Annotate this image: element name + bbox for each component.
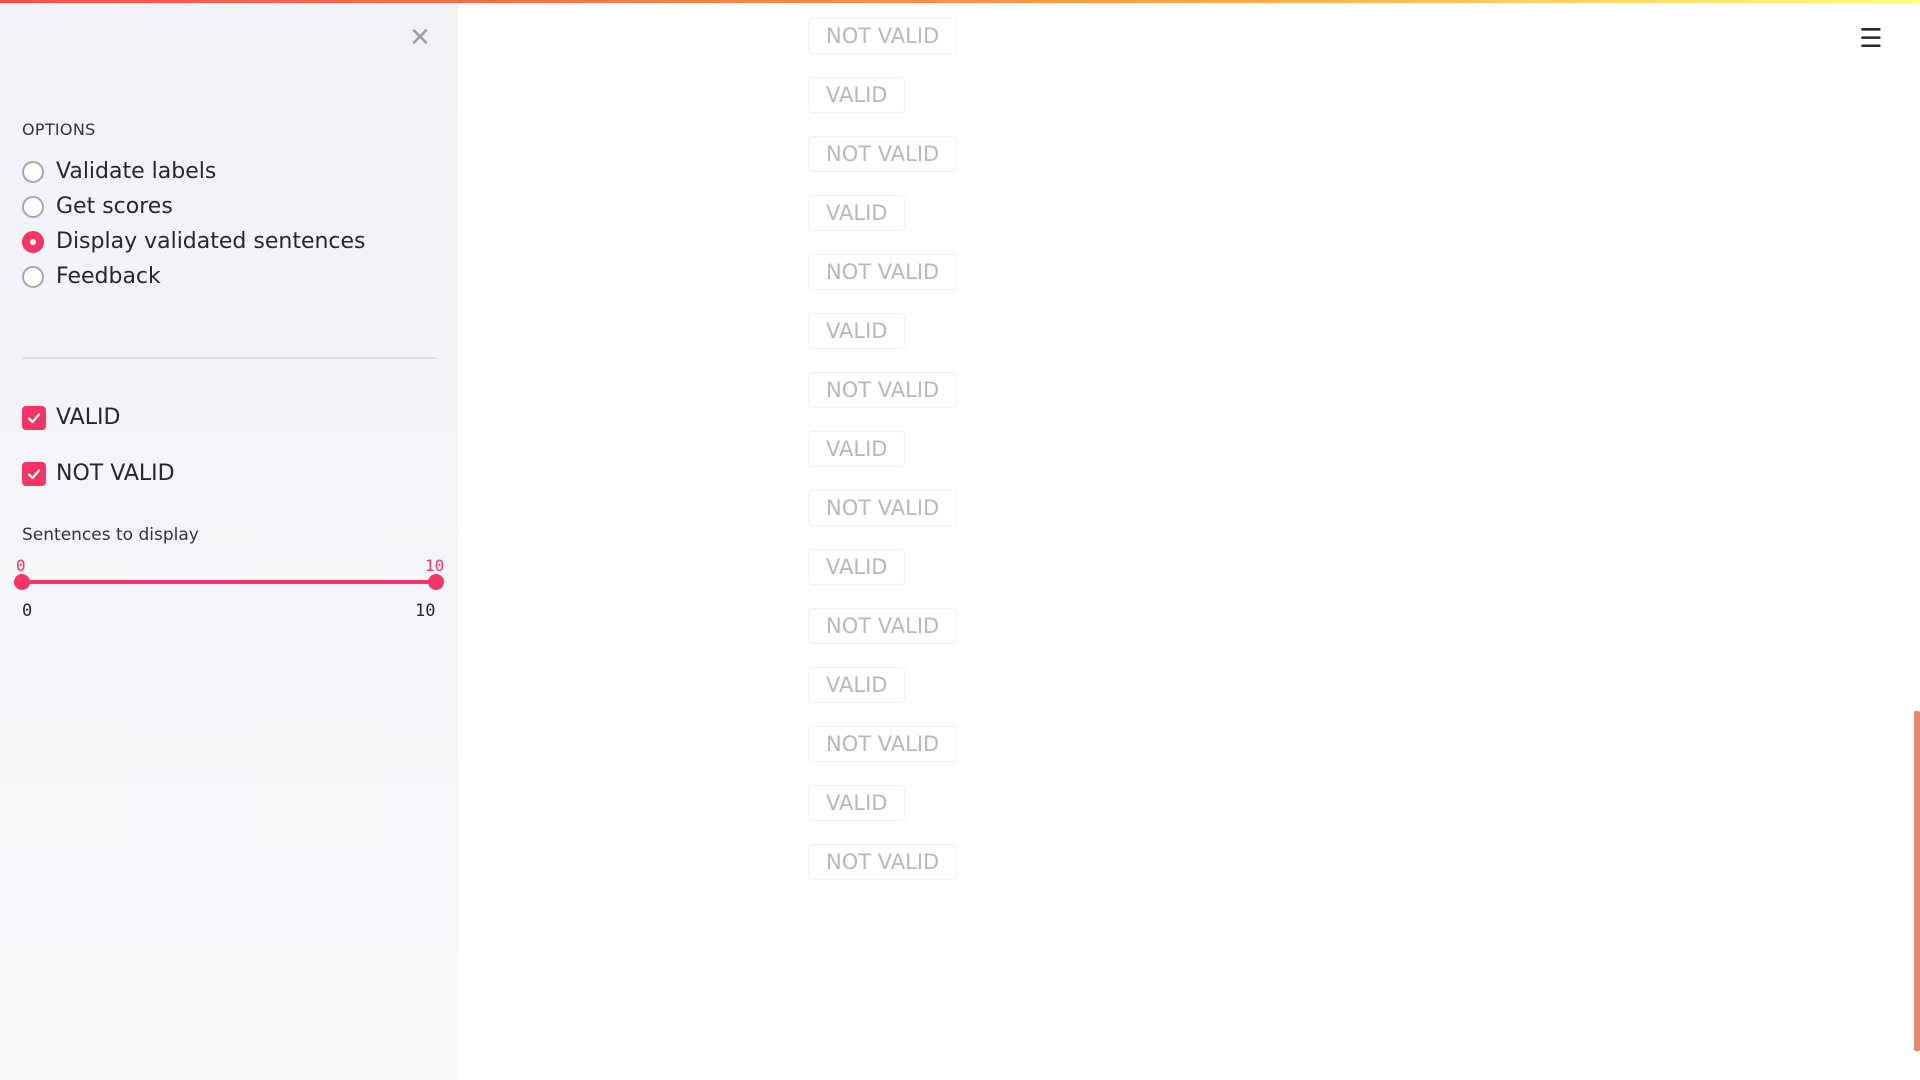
- page-scrollbar-thumb[interactable]: [1914, 711, 1920, 1051]
- slider-track[interactable]: [22, 580, 436, 584]
- slider-label: Sentences to display: [22, 525, 199, 545]
- sentence-status-tag: NOT VALID: [808, 18, 958, 54]
- radio-label: Feedback: [56, 264, 161, 289]
- sentence-status-tag: NOT VALID: [808, 254, 958, 290]
- sentence-status-tag: VALID: [808, 77, 906, 113]
- checkbox-checked-icon[interactable]: [22, 461, 46, 486]
- checkbox-not-valid[interactable]: NOT VALID: [22, 461, 175, 486]
- radio-validate-labels[interactable]: Validate labels: [22, 154, 366, 189]
- sidebar: ✕ OPTIONS Validate labels Get scores Dis…: [0, 0, 458, 1080]
- hamburger-menu-icon[interactable]: ☰: [1856, 24, 1886, 54]
- checkbox-valid[interactable]: VALID: [22, 405, 120, 430]
- sentence-status-tag: NOT VALID: [808, 490, 958, 526]
- sentence-status-tag: NOT VALID: [808, 372, 958, 408]
- sentence-status-tag: VALID: [808, 313, 906, 349]
- sentence-status-tag: NOT VALID: [808, 844, 958, 880]
- options-section-label: OPTIONS: [22, 120, 96, 139]
- sentence-status-tag: VALID: [808, 785, 906, 821]
- slider-low-thumb[interactable]: [14, 574, 30, 590]
- radio-button-circle[interactable]: [22, 265, 44, 288]
- radio-button-circle[interactable]: [22, 160, 44, 183]
- slider-min-label: 0: [22, 601, 33, 621]
- sidebar-divider: [22, 357, 436, 359]
- radio-label: Get scores: [56, 194, 173, 219]
- options-radio-group: Validate labels Get scores Display valid…: [22, 154, 366, 294]
- sentence-status-tag: NOT VALID: [808, 136, 958, 172]
- checkmark-icon: [27, 412, 41, 423]
- slider-max-label: 10: [415, 601, 436, 621]
- radio-label: Display validated sentences: [56, 229, 366, 254]
- radio-get-scores[interactable]: Get scores: [22, 189, 366, 224]
- radio-display-validated-sentences[interactable]: Display validated sentences: [22, 224, 366, 259]
- sentence-status-tag: VALID: [808, 549, 906, 585]
- slider-high-thumb[interactable]: [428, 574, 444, 590]
- radio-button-circle-selected[interactable]: [22, 230, 44, 253]
- validated-sentence-list: NOT VALID VALID NOT VALID VALID NOT VALI…: [808, 18, 1208, 903]
- radio-feedback[interactable]: Feedback: [22, 259, 366, 294]
- sentence-status-tag: NOT VALID: [808, 726, 958, 762]
- sentence-status-tag: VALID: [808, 195, 906, 231]
- sentence-status-tag: VALID: [808, 667, 906, 703]
- radio-label: Validate labels: [56, 159, 217, 184]
- top-decoration-stripe: [0, 0, 1920, 3]
- radio-button-circle[interactable]: [22, 195, 44, 218]
- checkmark-icon: [27, 468, 41, 479]
- slider-high-value: 10: [425, 556, 445, 575]
- checkbox-checked-icon[interactable]: [22, 405, 46, 430]
- checkbox-label: VALID: [56, 405, 121, 430]
- checkbox-label: NOT VALID: [56, 461, 175, 486]
- close-icon[interactable]: ✕: [406, 23, 434, 53]
- sentence-status-tag: NOT VALID: [808, 608, 958, 644]
- sentence-status-tag: VALID: [808, 431, 906, 467]
- slider-low-value: 0: [16, 556, 26, 575]
